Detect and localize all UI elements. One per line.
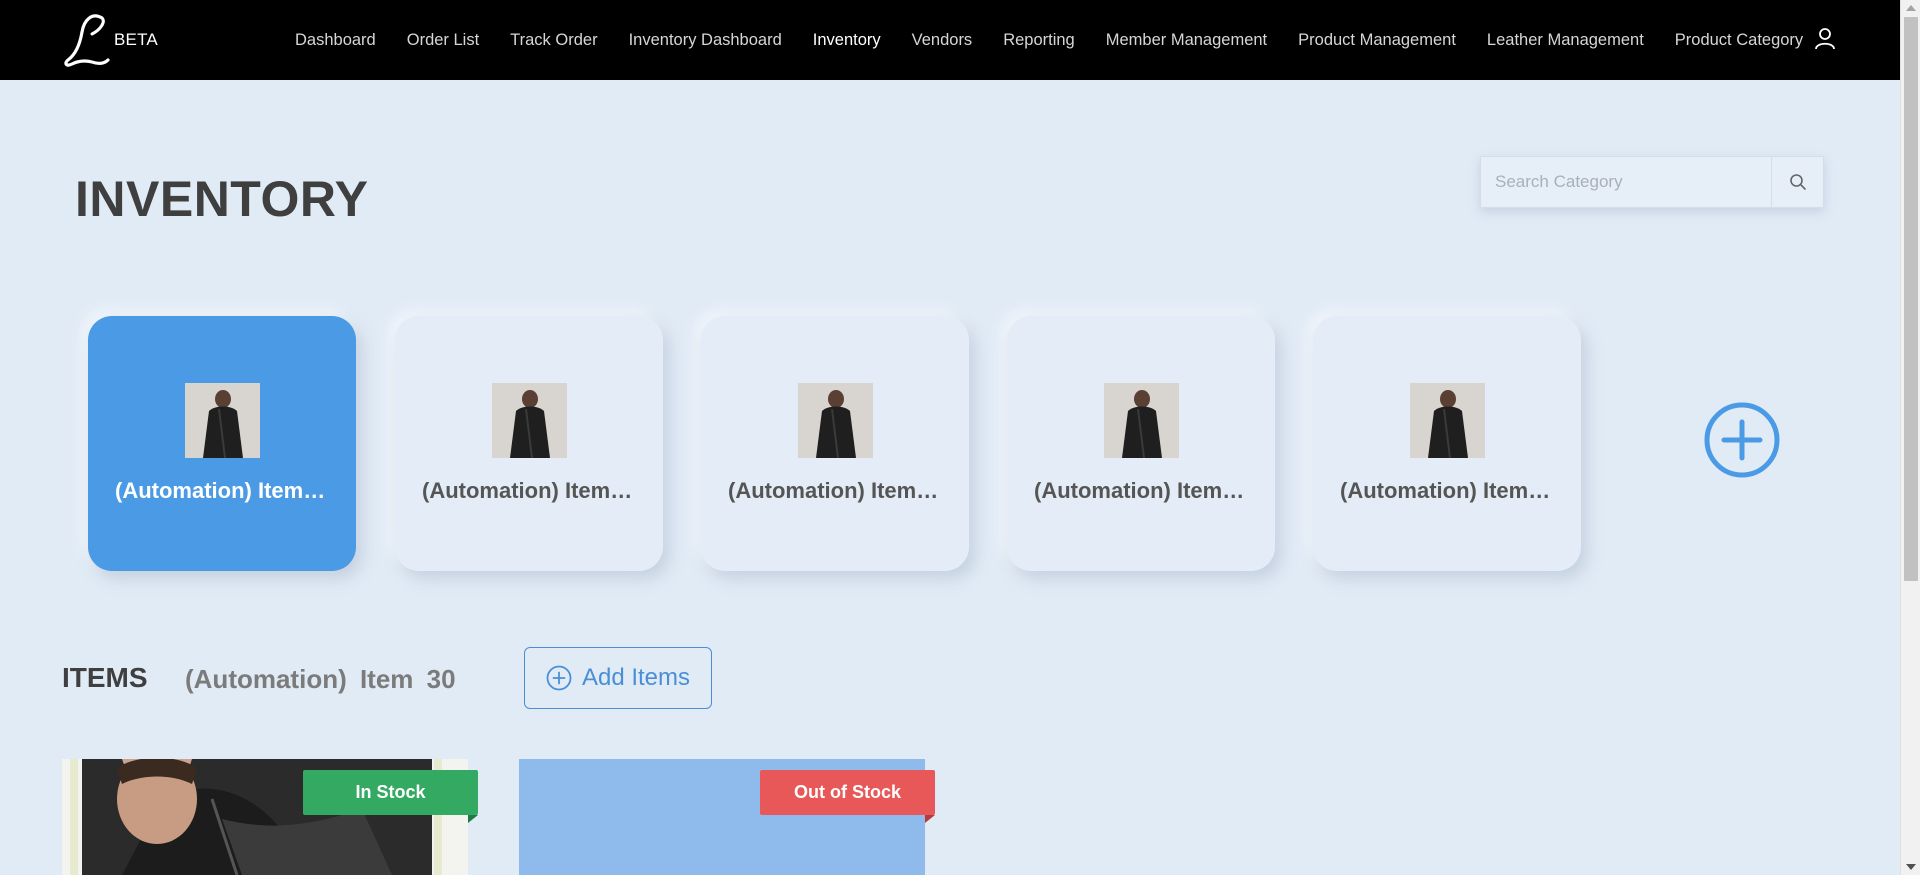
category-search (1480, 156, 1824, 208)
scroll-up-arrow-icon[interactable] (1906, 5, 1916, 11)
category-label: (Automation) Item 29 (422, 478, 636, 503)
category-label: (Automation) Item 30 (115, 478, 329, 503)
category-card[interactable]: (Automation) Item 30 (88, 316, 356, 571)
nav-item-vendors[interactable]: Vendors (912, 31, 973, 50)
search-icon (1789, 174, 1806, 190)
status-label: In Stock (355, 782, 426, 802)
nav-item-leather-management[interactable]: Leather Management (1487, 31, 1644, 50)
search-button[interactable] (1771, 157, 1823, 207)
nav-item-reporting[interactable]: Reporting (1003, 31, 1075, 50)
category-image (184, 383, 260, 458)
nav-item-dashboard[interactable]: Dashboard (295, 31, 376, 50)
scroll-down-arrow-icon[interactable] (1906, 864, 1916, 870)
category-card[interactable]: (Automation) Item 29 (395, 316, 663, 571)
search-input[interactable] (1481, 157, 1771, 207)
nav-item-member-management[interactable]: Member Management (1106, 31, 1267, 50)
in-stock-badge: In Stock (303, 770, 478, 823)
out-of-stock-badge: Out of Stock (760, 770, 935, 823)
category-image (797, 383, 873, 458)
nav-links: Dashboard Order List Track Order Invento… (295, 0, 1834, 80)
top-navbar: BETA Dashboard Order List Track Order In… (0, 0, 1900, 80)
items-heading: ITEMS (62, 662, 148, 693)
nav-item-track-order[interactable]: Track Order (510, 31, 597, 50)
selected-category-name: (Automation) Item 30 (185, 664, 456, 694)
add-items-button[interactable]: Add Items (524, 647, 712, 709)
category-card[interactable]: (Automation) Item 26 (1313, 316, 1581, 571)
category-image (1103, 383, 1179, 458)
nav-item-product-category[interactable]: Product Category (1675, 31, 1803, 50)
plus-circle-icon (546, 665, 572, 691)
brand-logo[interactable] (62, 12, 114, 68)
beta-tag: BETA (114, 30, 158, 49)
category-label: (Automation) Item 26 (1340, 478, 1554, 503)
nav-item-inventory[interactable]: Inventory (813, 31, 881, 50)
category-label: (Automation) Item 27 (1034, 478, 1248, 503)
status-label: Out of Stock (794, 782, 901, 802)
add-items-label: Add Items (581, 664, 691, 691)
page-title: INVENTORY (75, 171, 369, 227)
category-card[interactable]: (Automation) Item 27 (1007, 316, 1275, 571)
user-icon[interactable] (1813, 26, 1837, 50)
category-image (491, 383, 567, 458)
nav-item-inventory-dashboard[interactable]: Inventory Dashboard (629, 31, 782, 50)
nav-item-order-list[interactable]: Order List (407, 31, 479, 50)
scrollbar-thumb[interactable] (1904, 17, 1918, 581)
page-scrollbar[interactable] (1900, 0, 1920, 875)
nav-item-product-management[interactable]: Product Management (1298, 31, 1456, 50)
category-label: (Automation) Item 28 (728, 478, 942, 503)
category-card[interactable]: (Automation) Item 28 (701, 316, 969, 571)
category-image (1409, 383, 1485, 458)
add-category-plus-icon[interactable] (1704, 402, 1780, 478)
